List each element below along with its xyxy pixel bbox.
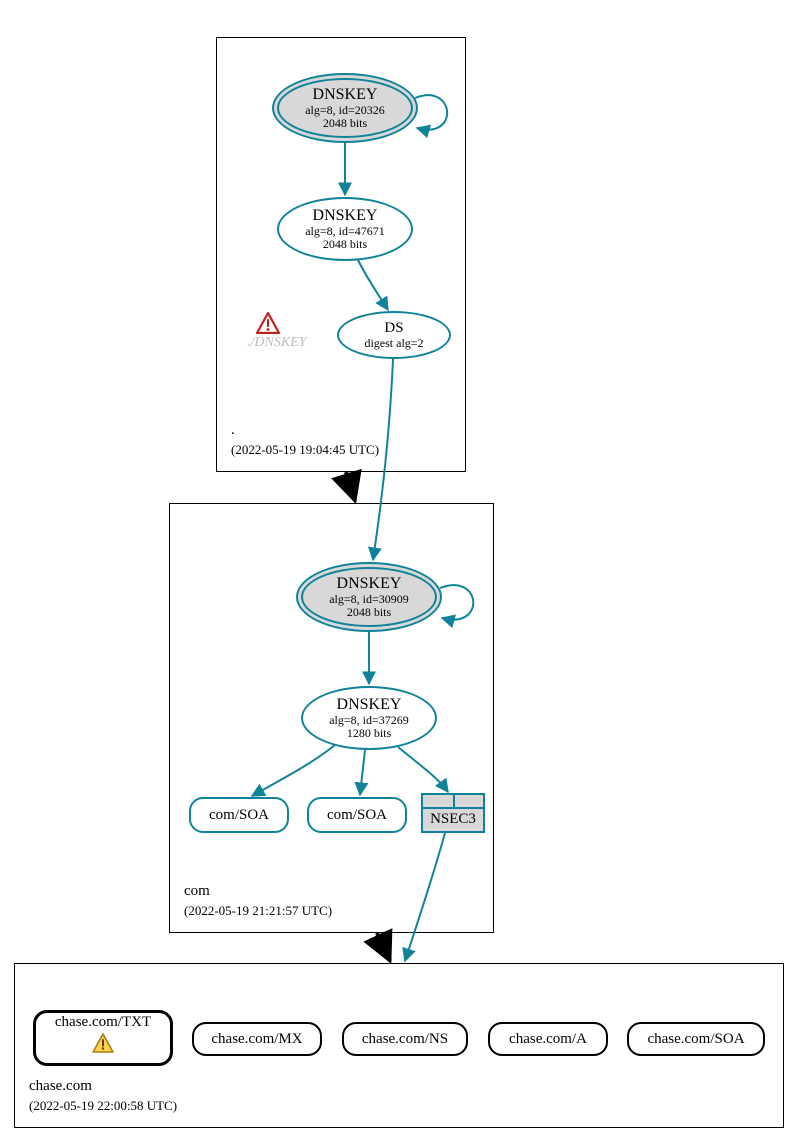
- node-title: DNSKEY: [337, 575, 402, 593]
- com-soa-2[interactable]: com/SOA: [307, 797, 407, 833]
- com-nsec3[interactable]: NSEC3: [421, 793, 485, 833]
- node-title: DNSKEY: [313, 207, 378, 225]
- chase-txt[interactable]: chase.com/TXT: [33, 1010, 173, 1066]
- chase-a[interactable]: chase.com/A: [488, 1022, 608, 1056]
- rrset-label: chase.com/SOA: [647, 1031, 744, 1048]
- rrset-label: NSEC3: [423, 811, 483, 828]
- rrset-label: chase.com/A: [509, 1031, 587, 1048]
- warning-icon: [256, 312, 280, 334]
- node-title: DS: [384, 320, 403, 337]
- root-dnskey-primary[interactable]: DNSKEY alg=8, id=20326 2048 bits: [272, 73, 418, 143]
- rrset-label: chase.com/TXT: [55, 1014, 151, 1031]
- zone-chase-label: chase.com: [29, 1078, 92, 1095]
- chase-mx[interactable]: chase.com/MX: [192, 1022, 322, 1056]
- zone-chase-timestamp: (2022-05-19 22:00:58 UTC): [29, 1098, 177, 1114]
- com-dnskey-secondary[interactable]: DNSKEY alg=8, id=37269 1280 bits: [301, 686, 437, 750]
- chase-ns[interactable]: chase.com/NS: [342, 1022, 468, 1056]
- node-sub1: digest alg=2: [364, 337, 423, 350]
- root-ds[interactable]: DS digest alg=2: [337, 311, 451, 359]
- rrset-label: com/SOA: [209, 807, 269, 824]
- warning-icon: [92, 1033, 114, 1058]
- root-dnskey-secondary[interactable]: DNSKEY alg=8, id=47671 2048 bits: [277, 197, 413, 261]
- node-title: DNSKEY: [337, 696, 402, 714]
- zone-root-label: .: [231, 422, 235, 439]
- com-soa-1[interactable]: com/SOA: [189, 797, 289, 833]
- rrset-label: com/SOA: [327, 807, 387, 824]
- node-sub2: 2048 bits: [323, 238, 367, 251]
- root-dnskey-ghost: ./DNSKEY: [247, 335, 307, 351]
- zone-root-timestamp: (2022-05-19 19:04:45 UTC): [231, 442, 379, 458]
- node-title: DNSKEY: [313, 86, 378, 104]
- com-dnskey-primary[interactable]: DNSKEY alg=8, id=30909 2048 bits: [296, 562, 442, 632]
- rrset-label: chase.com/NS: [362, 1031, 448, 1048]
- chase-soa[interactable]: chase.com/SOA: [627, 1022, 765, 1056]
- zone-com-timestamp: (2022-05-19 21:21:57 UTC): [184, 903, 332, 919]
- rrset-label: chase.com/MX: [211, 1031, 302, 1048]
- zone-com-label: com: [184, 883, 210, 900]
- node-sub2: 1280 bits: [347, 727, 391, 740]
- node-sub2: 2048 bits: [347, 606, 391, 619]
- node-sub2: 2048 bits: [323, 117, 367, 130]
